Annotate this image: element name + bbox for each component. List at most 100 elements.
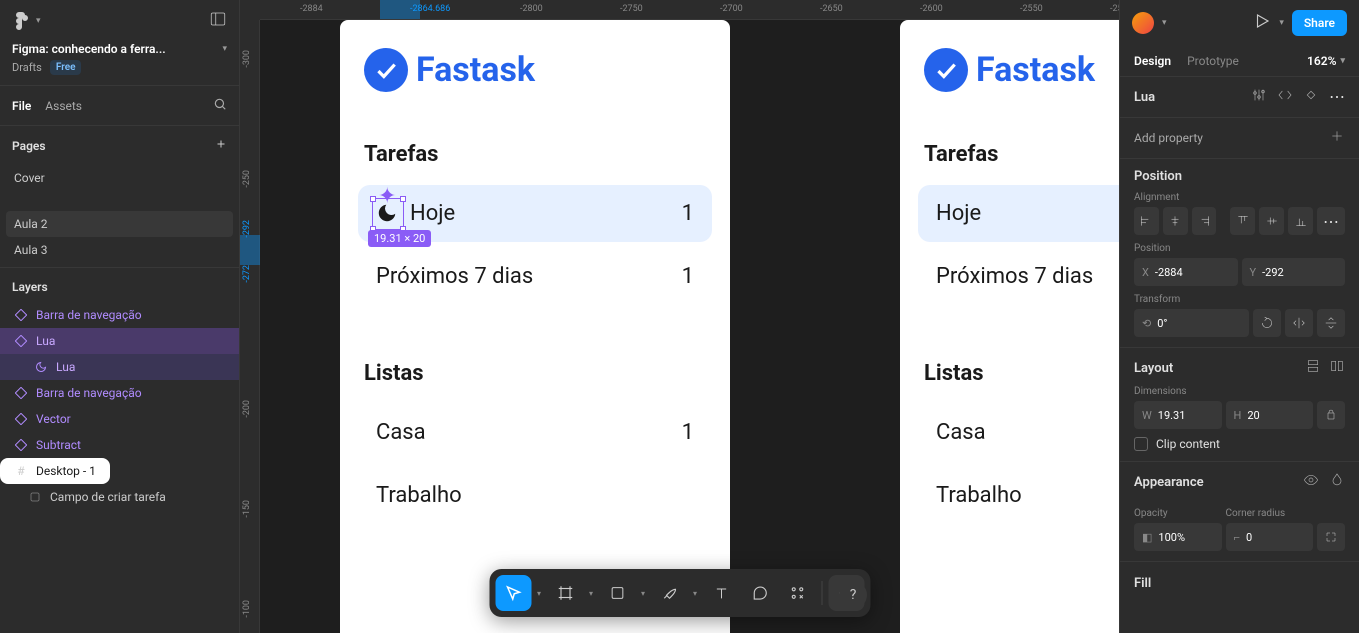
help-button[interactable]: ? xyxy=(839,581,867,609)
logo-text: Fastask xyxy=(976,50,1095,90)
chevron-down-icon[interactable]: ▾ xyxy=(1162,18,1167,28)
more-icon[interactable]: ⋯ xyxy=(1329,87,1345,107)
figma-menu-icon[interactable] xyxy=(12,12,30,30)
align-left[interactable] xyxy=(1134,207,1159,235)
x-field[interactable]: X-2884 xyxy=(1134,258,1238,286)
height-field[interactable]: H20 xyxy=(1226,401,1314,429)
chevron-down-icon[interactable]: ▾ xyxy=(637,589,649,598)
pen-tool[interactable] xyxy=(651,575,687,611)
flip-h-icon[interactable] xyxy=(1285,309,1313,337)
shape-tool[interactable] xyxy=(599,575,635,611)
layers-title: Layers xyxy=(12,280,48,294)
autolayout-h-icon[interactable] xyxy=(1329,358,1345,378)
task-card[interactable]: Próximos 7 dias1 xyxy=(358,248,712,305)
list-card[interactable]: Casa1 xyxy=(358,404,712,461)
list-card[interactable]: Casa xyxy=(918,404,1119,461)
layer-item[interactable]: Vector xyxy=(0,406,239,432)
y-field[interactable]: Y-292 xyxy=(1242,258,1346,286)
eye-icon[interactable] xyxy=(1303,472,1319,492)
selection-name: Lua xyxy=(1134,90,1155,105)
artboard-1[interactable]: Fastask Tarefas ✦ 19.31 × 20 Hoje 1 Próx… xyxy=(340,20,730,633)
layer-item-selected[interactable]: Lua xyxy=(0,328,239,354)
adjust-icon[interactable] xyxy=(1251,87,1267,107)
tab-prototype[interactable]: Prototype xyxy=(1187,54,1239,68)
chevron-down-icon[interactable]: ▾ xyxy=(689,589,701,598)
section-title: Listas xyxy=(900,311,1119,398)
pages-title: Pages xyxy=(12,139,46,153)
dimension-badge: 19.31 × 20 xyxy=(368,230,431,247)
blend-icon[interactable] xyxy=(1329,472,1345,492)
add-page-icon[interactable] xyxy=(215,138,227,153)
canvas[interactable]: -2884 -2864.686 -2800 -2750 -2700 -2650 … xyxy=(240,0,1119,633)
autolayout-v-icon[interactable] xyxy=(1305,358,1321,378)
page-item[interactable]: Aula 3 xyxy=(0,237,239,263)
corner-detail-icon[interactable] xyxy=(1317,523,1345,551)
rotate-90-icon[interactable] xyxy=(1253,309,1281,337)
text-tool[interactable] xyxy=(703,575,739,611)
page-item[interactable]: Cover xyxy=(0,165,239,191)
corner-field[interactable]: ⌐0 xyxy=(1226,523,1314,551)
align-hcenter[interactable] xyxy=(1163,207,1188,235)
comment-tool[interactable] xyxy=(741,575,777,611)
section-title: Tarefas xyxy=(900,92,1119,179)
chevron-down-icon[interactable]: ▾ xyxy=(222,44,227,54)
layer-item-frame[interactable]: Desktop - 1 xyxy=(0,458,110,484)
layer-item[interactable]: Campo de criar tarefa xyxy=(0,484,239,510)
align-top[interactable] xyxy=(1230,207,1255,235)
add-property[interactable]: Add property xyxy=(1134,131,1203,145)
page-item[interactable]: Aula 2 xyxy=(6,211,233,237)
artboard-2[interactable]: Fastask Tarefas Hoje Próximos 7 dias Lis… xyxy=(900,20,1119,633)
clip-checkbox[interactable] xyxy=(1134,437,1148,451)
align-bottom[interactable] xyxy=(1288,207,1313,235)
chevron-down-icon[interactable]: ▾ xyxy=(36,16,41,26)
file-title[interactable]: Figma: conhecendo a ferra... xyxy=(12,42,166,56)
width-field[interactable]: W19.31 xyxy=(1134,401,1222,429)
rotation-field[interactable]: ⟲0° xyxy=(1134,309,1249,337)
task-card[interactable]: Próximos 7 dias xyxy=(918,248,1119,305)
task-card-today[interactable]: ✦ 19.31 × 20 Hoje 1 xyxy=(358,185,712,242)
layer-item[interactable]: Barra de navegação xyxy=(0,302,239,328)
actions-tool[interactable] xyxy=(779,575,815,611)
ruler-horizontal: -2884 -2864.686 -2800 -2750 -2700 -2650 … xyxy=(260,0,1119,20)
count: 1 xyxy=(682,201,694,226)
search-icon[interactable] xyxy=(213,96,227,115)
play-icon[interactable] xyxy=(1253,12,1271,34)
left-panel: ▾ Figma: conhecendo a ferra... ▾ Drafts … xyxy=(0,0,240,633)
panel-toggle-icon[interactable] xyxy=(209,10,227,32)
layer-item[interactable]: Barra de navegação xyxy=(0,380,239,406)
move-tool[interactable] xyxy=(495,575,531,611)
chevron-down-icon[interactable]: ▾ xyxy=(585,589,597,598)
tab-file[interactable]: File xyxy=(12,99,31,113)
task-card-today[interactable]: Hoje xyxy=(918,185,1119,242)
align-more[interactable]: ⋯ xyxy=(1317,207,1345,235)
right-panel: ▾ ▾ Share Design Prototype 162%▾ Lua ⋯ A… xyxy=(1119,0,1359,633)
chevron-down-icon[interactable]: ▾ xyxy=(1279,18,1284,28)
frame-tool[interactable] xyxy=(547,575,583,611)
plan-badge: Free xyxy=(50,60,82,75)
drafts-label[interactable]: Drafts xyxy=(12,61,42,74)
share-button[interactable]: Share xyxy=(1292,10,1347,36)
avatar[interactable] xyxy=(1132,12,1154,34)
component-icon[interactable] xyxy=(1303,87,1319,107)
logo-icon xyxy=(924,48,968,92)
align-right[interactable] xyxy=(1192,207,1217,235)
layer-item[interactable]: Subtract xyxy=(0,432,239,458)
chevron-down-icon[interactable]: ▾ xyxy=(533,589,545,598)
zoom-level[interactable]: 162%▾ xyxy=(1307,54,1345,68)
code-icon[interactable] xyxy=(1277,87,1293,107)
section-title: Tarefas xyxy=(340,92,730,179)
list-card[interactable]: Trabalho xyxy=(358,467,712,524)
selection-box xyxy=(372,198,404,230)
lock-aspect-icon[interactable] xyxy=(1317,401,1345,429)
tab-design[interactable]: Design xyxy=(1134,54,1171,68)
opacity-field[interactable]: ◧100% xyxy=(1134,523,1222,551)
flip-v-icon[interactable] xyxy=(1317,309,1345,337)
ruler-corner xyxy=(240,0,260,20)
layer-item-child[interactable]: Lua xyxy=(0,354,239,380)
align-vcenter[interactable] xyxy=(1259,207,1284,235)
plus-icon[interactable] xyxy=(1329,128,1345,148)
tab-assets[interactable]: Assets xyxy=(45,99,82,113)
list-card[interactable]: Trabalho xyxy=(918,467,1119,524)
section-appearance: Appearance xyxy=(1134,475,1204,490)
logo-icon xyxy=(364,48,408,92)
